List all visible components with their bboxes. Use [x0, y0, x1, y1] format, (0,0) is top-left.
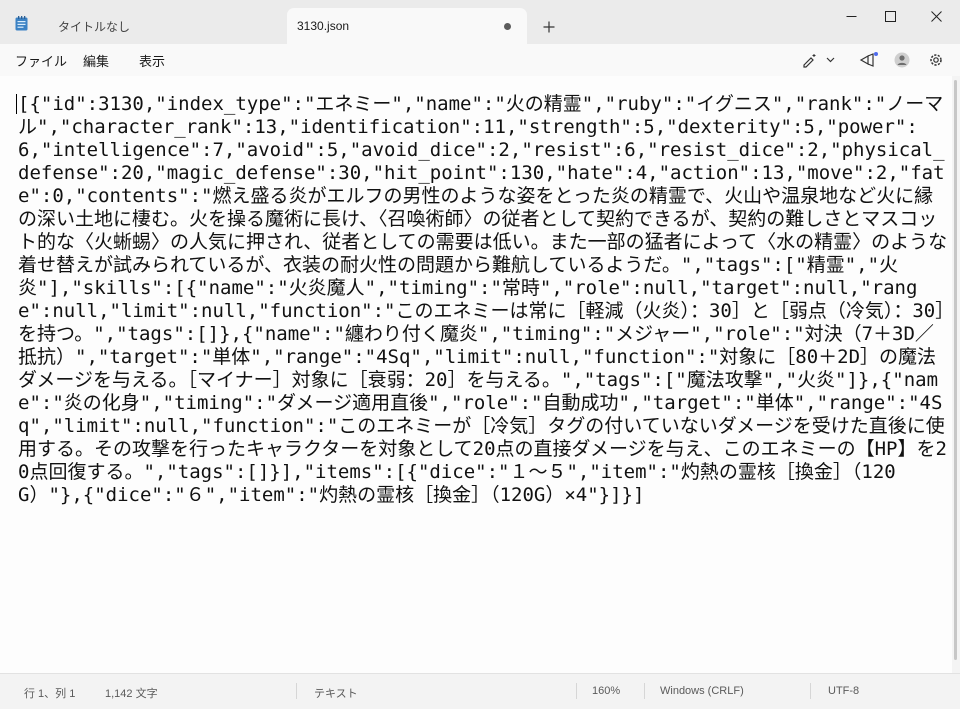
menu-edit[interactable]: 編集 [83, 51, 109, 70]
new-tab-button[interactable] [538, 16, 560, 38]
character-count: 1,142 文字 [105, 688, 158, 700]
unsaved-indicator-icon[interactable] [504, 23, 511, 30]
divider [296, 683, 297, 699]
copilot-button[interactable] [859, 50, 879, 70]
tab-untitled[interactable]: タイトルなし [44, 8, 284, 44]
gear-icon [930, 54, 942, 66]
maximize-button[interactable] [867, 0, 913, 32]
cursor-position[interactable]: 行 1、列 1 [24, 685, 75, 701]
minimize-icon [846, 15, 856, 17]
text-editor[interactable]: [{"id":3130,"index_type":"エネミー","name":"… [0, 76, 952, 673]
close-button[interactable] [913, 0, 959, 32]
text-caret [16, 94, 17, 114]
maximize-icon [884, 10, 896, 22]
tab-label: 3130.json [297, 19, 350, 33]
avatar-icon [894, 52, 910, 68]
divider [810, 683, 811, 699]
divider [644, 683, 645, 699]
editor-content[interactable]: [{"id":3130,"index_type":"エネミー","name":"… [18, 93, 950, 507]
settings-button[interactable] [927, 50, 945, 70]
chevron-down-icon [826, 57, 835, 63]
vertical-scrollbar[interactable] [952, 76, 960, 673]
account-button[interactable] [893, 50, 911, 70]
zoom-level[interactable]: 160% [592, 685, 620, 697]
file-type[interactable]: テキスト [314, 685, 358, 701]
menu-file[interactable]: ファイル [15, 51, 67, 70]
scrollbar-thumb[interactable] [954, 80, 957, 660]
tab-3130-json[interactable]: 3130.json [287, 8, 527, 44]
title-bar: タイトルなし 3130.json [0, 0, 960, 44]
plus-icon [543, 21, 555, 33]
pen-sparkle-icon [803, 54, 816, 68]
menu-view[interactable]: 表示 [139, 51, 165, 70]
menu-bar: ファイル 編集 表示 [0, 44, 960, 76]
notepad-app-icon [15, 16, 28, 31]
line-ending[interactable]: Windows (CRLF) [660, 685, 744, 697]
close-icon [930, 10, 942, 22]
encoding[interactable]: UTF-8 [828, 685, 859, 697]
tab-label: タイトルなし [58, 19, 131, 34]
divider [576, 683, 577, 699]
copilot-icon [859, 52, 878, 67]
status-bar: 行 1、列 1 1,142 文字 テキスト 160% Windows (CRLF… [0, 673, 960, 709]
copilot-rewrite-button[interactable] [802, 50, 838, 70]
